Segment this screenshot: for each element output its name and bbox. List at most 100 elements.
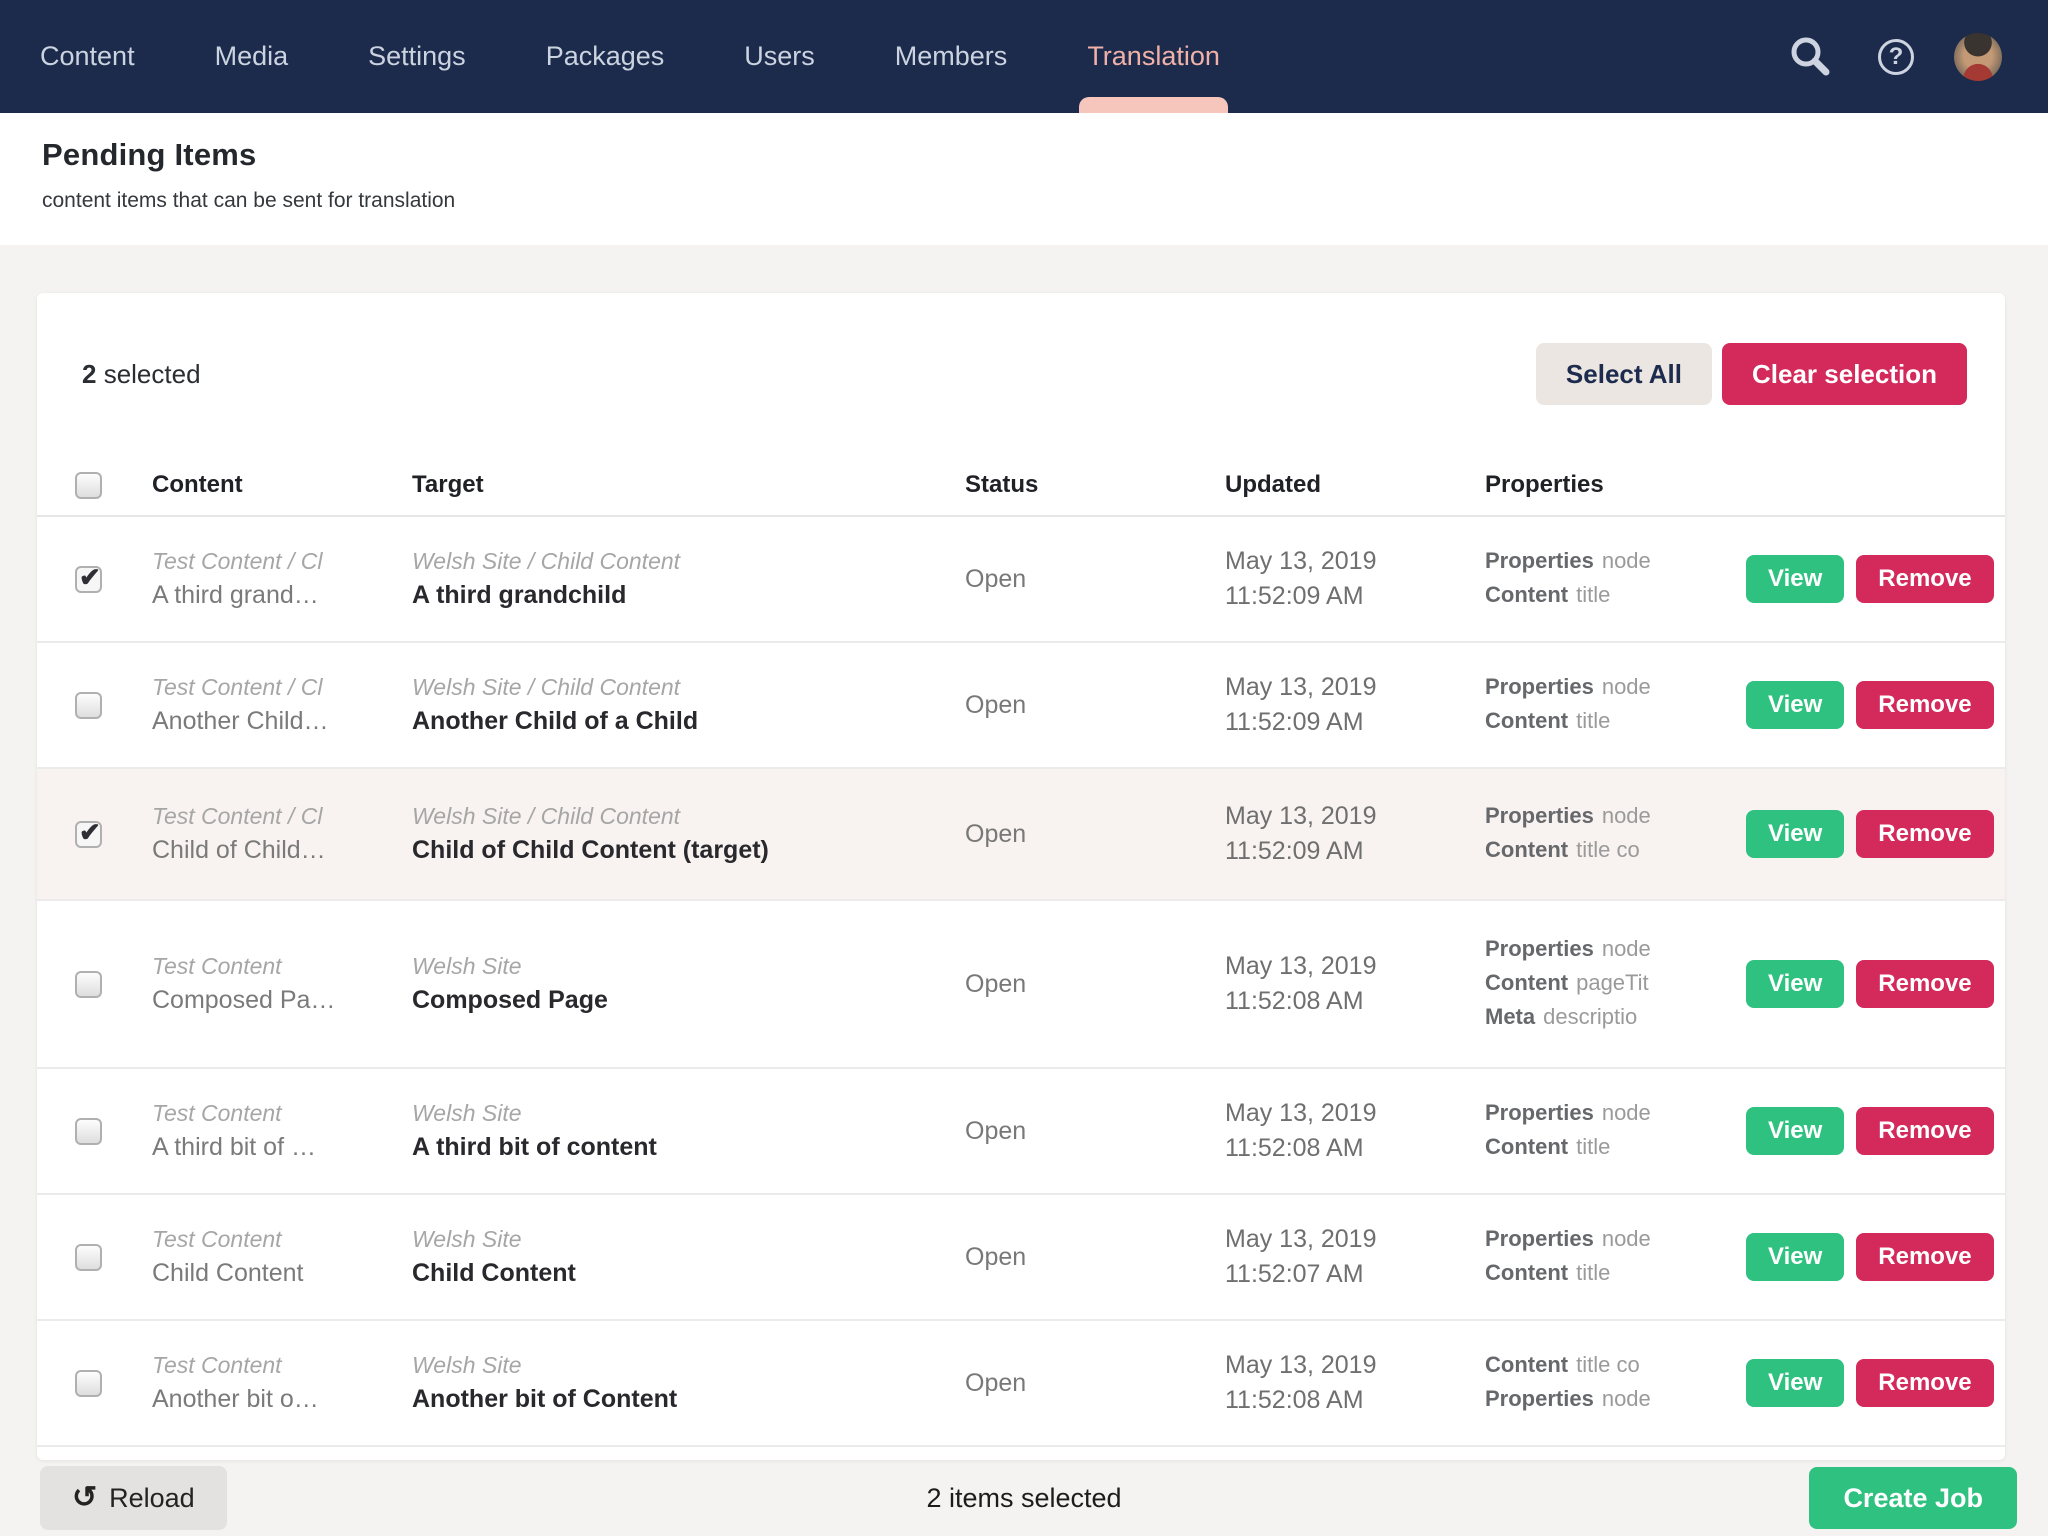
properties-cell: Properties node Contenttitle [1485, 1097, 1709, 1165]
nav-item-packages[interactable]: Packages [546, 0, 665, 113]
remove-button[interactable]: Remove [1856, 681, 1993, 729]
status-cell: Open [965, 970, 1225, 999]
row-checkbox[interactable] [75, 566, 102, 593]
table-body: Test Content / Cl A third grand… Welsh S… [37, 517, 2005, 1447]
page-subtitle: content items that can be sent for trans… [42, 189, 2048, 213]
nav-item-users[interactable]: Users [744, 0, 815, 113]
updated-cell: May 13, 2019 11:52:09 AM [1225, 799, 1485, 869]
help-icon[interactable]: ? [1868, 29, 1924, 85]
updated-date: May 13, 2019 [1225, 1096, 1485, 1131]
target-cell: Welsh Site / Child Content Another Child… [412, 674, 965, 736]
property-line: Propertiesnode [1485, 1383, 1709, 1417]
page-title: Pending Items [42, 137, 2048, 173]
content-path: Test Content [152, 1226, 412, 1253]
search-icon[interactable] [1782, 29, 1838, 85]
property-label: Content [1485, 582, 1568, 607]
nav-item-translation[interactable]: Translation [1087, 0, 1220, 113]
view-button[interactable]: View [1746, 1107, 1844, 1155]
select-all-checkbox[interactable] [75, 472, 102, 499]
updated-date: May 13, 2019 [1225, 1348, 1485, 1383]
property-value: node [1602, 803, 1651, 828]
content-name: Child of Child… [152, 836, 412, 865]
nav-item-members[interactable]: Members [895, 0, 1008, 113]
target-name: A third grandchild [412, 581, 965, 610]
view-button[interactable]: View [1746, 555, 1844, 603]
property-label: Content [1485, 970, 1568, 995]
property-line: Contenttitle [1485, 1131, 1709, 1165]
property-value: node [1602, 1100, 1651, 1125]
view-button[interactable]: View [1746, 960, 1844, 1008]
footer-bar: ↺ Reload 2 items selected Create Job [0, 1460, 2048, 1536]
row-checkbox[interactable] [75, 821, 102, 848]
remove-button[interactable]: Remove [1856, 1233, 1993, 1281]
clear-selection-button[interactable]: Clear selection [1722, 343, 1967, 405]
row-actions: View Remove [1709, 810, 2005, 858]
remove-button[interactable]: Remove [1856, 960, 1993, 1008]
remove-button[interactable]: Remove [1856, 810, 1993, 858]
row-checkbox[interactable] [75, 1244, 102, 1271]
properties-cell: PropertiesnodeContenttitle co [1485, 800, 1709, 868]
property-line: Content title co [1485, 1349, 1709, 1383]
property-line: Properties node [1485, 545, 1709, 579]
status-cell: Open [965, 565, 1225, 594]
remove-button[interactable]: Remove [1856, 555, 1993, 603]
property-value: node [1602, 1386, 1651, 1411]
updated-cell: May 13, 2019 11:52:09 AM [1225, 544, 1485, 614]
property-label: Content [1485, 1352, 1568, 1377]
property-label: Properties [1485, 548, 1594, 573]
content-name: A third bit of … [152, 1133, 412, 1162]
remove-button[interactable]: Remove [1856, 1107, 1993, 1155]
content-cell: Test Content / Cl Another Child… [152, 674, 412, 736]
target-cell: Welsh Site / Child Content Child of Chil… [412, 803, 965, 865]
property-value: node [1602, 674, 1651, 699]
target-cell: Welsh Site Another bit of Content [412, 1352, 965, 1414]
target-name: Another Child of a Child [412, 707, 965, 736]
table-header-row: Content Target Status Updated Properties [37, 455, 2005, 517]
property-value: title [1576, 582, 1610, 607]
row-checkbox[interactable] [75, 1370, 102, 1397]
content-name: Another bit o… [152, 1385, 412, 1414]
target-path: Welsh Site / Child Content [412, 674, 965, 701]
updated-time: 11:52:09 AM [1225, 834, 1485, 869]
property-value: title [1576, 708, 1610, 733]
view-button[interactable]: View [1746, 1359, 1844, 1407]
nav-item-media[interactable]: Media [215, 0, 289, 113]
view-button[interactable]: View [1746, 1233, 1844, 1281]
property-line: Metadescriptio [1485, 1001, 1709, 1035]
status-cell: Open [965, 1117, 1225, 1146]
remove-button[interactable]: Remove [1856, 1359, 1993, 1407]
table-row: Test Content / Cl A third grand… Welsh S… [37, 517, 2005, 643]
property-line: ContentpageTit [1485, 967, 1709, 1001]
property-value: title co [1576, 1352, 1640, 1377]
target-cell: Welsh Site Composed Page [412, 953, 965, 1015]
target-path: Welsh Site [412, 1100, 965, 1127]
nav-item-settings[interactable]: Settings [368, 0, 466, 113]
property-label: Properties [1485, 803, 1594, 828]
content-name: Child Content [152, 1259, 412, 1288]
updated-time: 11:52:07 AM [1225, 1257, 1485, 1292]
toolbar-buttons: Select All Clear selection [1536, 343, 1967, 405]
updated-date: May 13, 2019 [1225, 949, 1485, 984]
target-path: Welsh Site [412, 1352, 965, 1379]
create-job-button[interactable]: Create Job [1809, 1467, 2017, 1529]
property-line: Contenttitle [1485, 705, 1709, 739]
view-button[interactable]: View [1746, 810, 1844, 858]
row-checkbox[interactable] [75, 1118, 102, 1145]
row-checkbox[interactable] [75, 692, 102, 719]
view-button[interactable]: View [1746, 681, 1844, 729]
select-all-button[interactable]: Select All [1536, 343, 1712, 405]
updated-time: 11:52:08 AM [1225, 1383, 1485, 1418]
row-checkbox[interactable] [75, 971, 102, 998]
property-line: Content title [1485, 579, 1709, 613]
status-cell: Open [965, 1369, 1225, 1398]
user-avatar[interactable] [1954, 33, 2002, 81]
property-label: Properties [1485, 1100, 1594, 1125]
property-label: Content [1485, 1134, 1568, 1159]
updated-date: May 13, 2019 [1225, 544, 1485, 579]
property-value: node [1602, 548, 1651, 573]
nav-item-content[interactable]: Content [40, 0, 135, 113]
row-actions: View Remove [1709, 555, 2005, 603]
top-nav: Content Media Settings Packages Users Me… [0, 0, 2048, 113]
content-path: Test Content [152, 953, 412, 980]
table-row: Test Content A third bit of … Welsh Site… [37, 1069, 2005, 1195]
